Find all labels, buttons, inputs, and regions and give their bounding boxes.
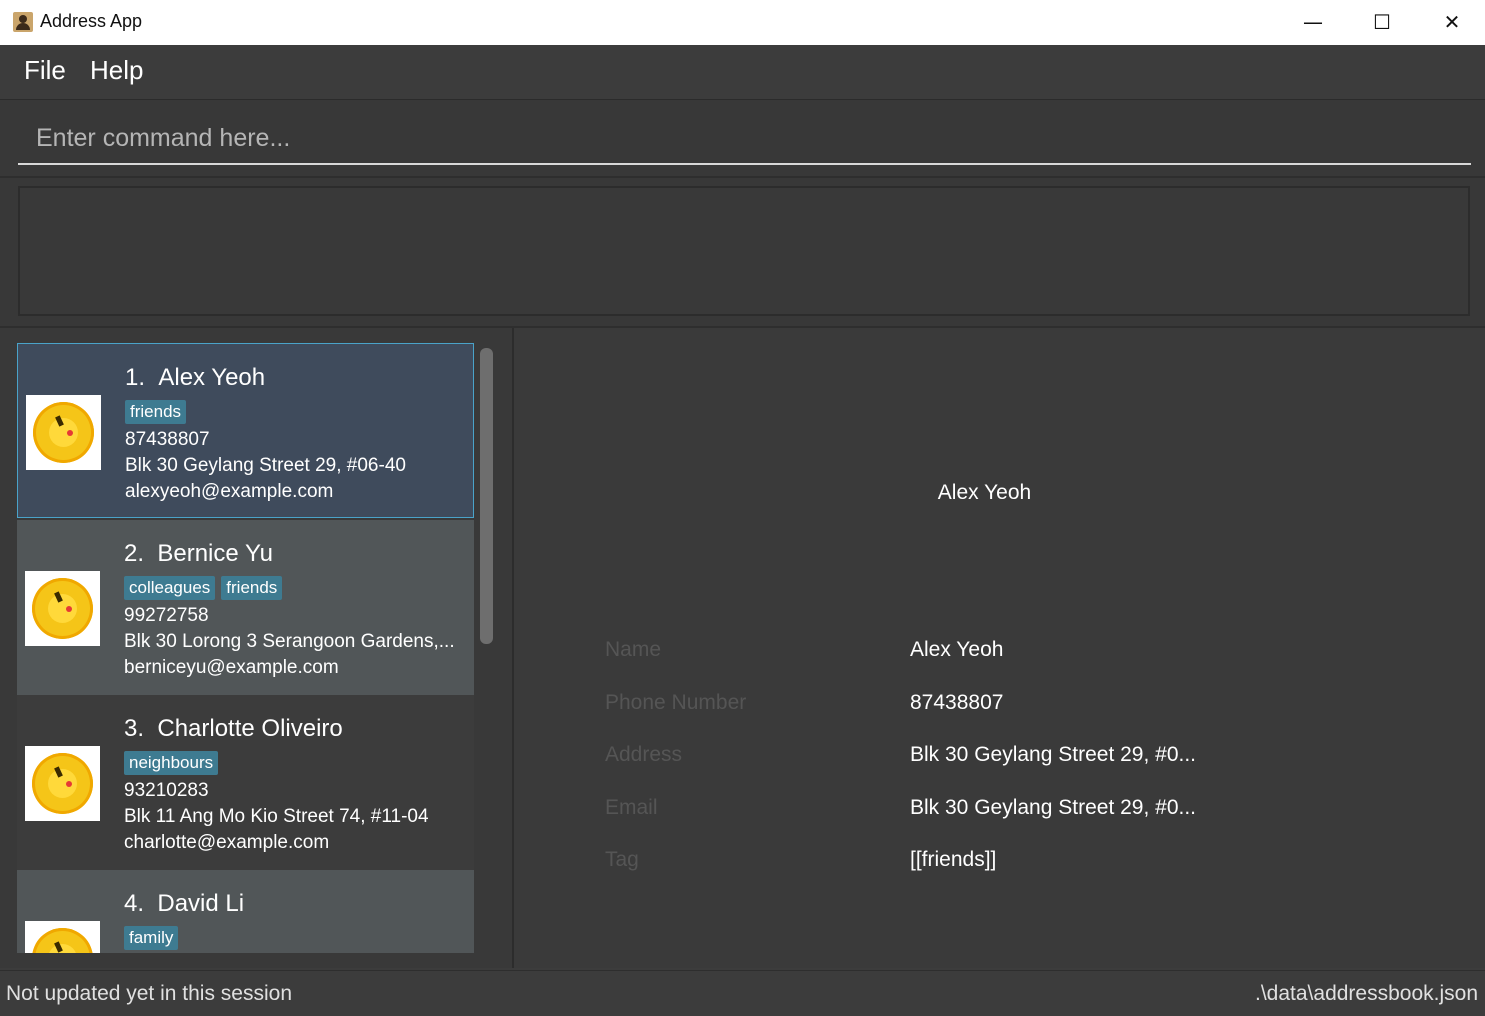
- coin-avatar-icon: [32, 928, 93, 953]
- coin-avatar-icon: [32, 578, 93, 639]
- person-card[interactable]: 1. Alex Yeoh friends 87438807 Blk 30 Gey…: [17, 343, 474, 518]
- tag: friends: [221, 576, 283, 600]
- person-email: alexyeoh@example.com: [125, 481, 334, 502]
- detail-label-email: Email: [605, 796, 658, 819]
- detail-label-phone: Phone Number: [605, 691, 747, 714]
- person-card[interactable]: 4. David Li family: [17, 870, 474, 953]
- person-name: 2. Bernice Yu: [124, 540, 273, 567]
- tag: neighbours: [124, 751, 219, 775]
- person-email: berniceyu@example.com: [124, 657, 339, 678]
- detail-title: Alex Yeoh: [937, 481, 1032, 504]
- avatar: [25, 571, 100, 646]
- person-name: 3. Charlotte Oliveiro: [124, 715, 343, 742]
- save-location: .\data\addressbook.json: [1255, 982, 1478, 1005]
- person-card[interactable]: 3. Charlotte Oliveiro neighbours 9321028…: [17, 695, 474, 870]
- person-name: 1. Alex Yeoh: [125, 364, 266, 391]
- person-phone: 93210283: [124, 780, 209, 801]
- person-tags: friends: [125, 400, 192, 427]
- minimize-button[interactable]: —: [1290, 0, 1336, 45]
- detail-value-email: Blk 30 Geylang Street 29, #0...: [910, 796, 1197, 819]
- menu-help[interactable]: Help: [90, 55, 143, 86]
- person-phone: 99272758: [124, 605, 209, 626]
- person-list-panel: 1. Alex Yeoh friends 87438807 Blk 30 Gey…: [0, 328, 514, 968]
- scrollbar-thumb[interactable]: [480, 348, 493, 644]
- coin-avatar-icon: [33, 402, 94, 463]
- detail-label-tag: Tag: [605, 848, 639, 871]
- maximize-button[interactable]: ☐: [1359, 0, 1405, 45]
- avatar: [25, 921, 100, 953]
- person-phone: 87438807: [125, 429, 210, 450]
- list-scrollbar[interactable]: [478, 348, 494, 958]
- menu-bar: File Help: [0, 45, 1485, 100]
- detail-value-name: Alex Yeoh: [910, 638, 1004, 661]
- tag: colleagues: [124, 576, 216, 600]
- person-address: Blk 30 Geylang Street 29, #06-40: [125, 455, 406, 476]
- tag: friends: [125, 400, 187, 424]
- result-display: [18, 186, 1470, 316]
- person-name: 4. David Li: [124, 890, 245, 917]
- window-title: Address App: [40, 11, 143, 31]
- person-list[interactable]: 1. Alex Yeoh friends 87438807 Blk 30 Gey…: [17, 343, 474, 953]
- person-card[interactable]: 2. Bernice Yu colleagues friends 99272758…: [17, 520, 474, 695]
- title-bar: Address App — ☐ ✕: [0, 0, 1485, 45]
- sync-status: Not updated yet in this session: [6, 982, 293, 1005]
- command-box: [0, 100, 1485, 178]
- status-bar: Not updated yet in this session .\data\a…: [0, 970, 1485, 1016]
- tag: family: [124, 926, 179, 950]
- detail-label-address: Address: [605, 743, 683, 766]
- coin-avatar-icon: [32, 753, 93, 814]
- detail-label-name: Name: [605, 638, 662, 661]
- person-tags: neighbours: [124, 751, 224, 778]
- app-icon: [13, 12, 33, 32]
- person-address: Blk 30 Lorong 3 Serangoon Gardens,...: [124, 631, 455, 652]
- close-button[interactable]: ✕: [1429, 0, 1475, 45]
- detail-value-address: Blk 30 Geylang Street 29, #0...: [910, 743, 1197, 766]
- detail-value-phone: 87438807: [910, 691, 1004, 714]
- person-tags: family: [124, 926, 184, 953]
- menu-file[interactable]: File: [24, 55, 66, 86]
- person-address: Blk 11 Ang Mo Kio Street 74, #11-04: [124, 806, 429, 827]
- person-detail-panel: Alex Yeoh Name Alex Yeoh Phone Number 87…: [514, 328, 1485, 968]
- person-email: charlotte@example.com: [124, 832, 330, 853]
- command-input[interactable]: [18, 113, 1471, 165]
- person-tags: colleagues friends: [124, 576, 288, 603]
- result-display-area: [0, 178, 1485, 328]
- avatar: [25, 746, 100, 821]
- avatar: [26, 395, 101, 470]
- detail-value-tag: [[friends]]: [910, 848, 997, 871]
